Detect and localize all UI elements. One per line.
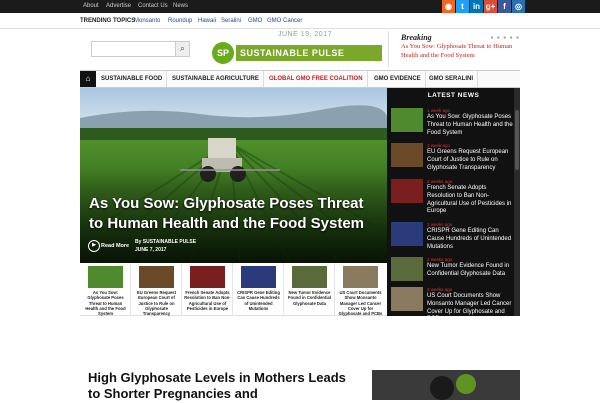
breaking-news: Breaking ● ● ● ● ● As You Sow: Glyphosat… [388, 31, 524, 67]
latest-news-item[interactable]: 2 weeks ago New Tumor Evidence Found in C… [391, 257, 511, 291]
latest-news-image [391, 108, 423, 132]
thumb-caption: EU Greens Request European Court of Just… [136, 290, 177, 316]
top-link-news[interactable]: News [173, 0, 188, 13]
top-bar: About Advertise Contact Us News ◉ t in g… [0, 0, 600, 13]
trending-topic[interactable]: Hawaii [198, 13, 216, 29]
google-plus-icon[interactable]: g+ [484, 0, 497, 13]
thumb-image [190, 266, 225, 288]
latest-news-image [391, 179, 423, 203]
thumb-caption: As You Sow: Glyphosate Poses Threat to H… [85, 290, 126, 316]
thumb-caption: New Tumor Evidence Found in Confidential… [287, 290, 332, 306]
latest-news-title[interactable]: CRISPR Gene Editing Can Cause Hundreds o… [427, 228, 515, 251]
nav-gmo-evidence[interactable]: GMO EVIDENCE [370, 71, 426, 87]
nav-gmo-seralini[interactable]: GMO SERALINI [425, 71, 479, 87]
latest-news-time: 2 weeks ago [427, 257, 453, 262]
trending-topic[interactable]: GMO Cancer [267, 13, 302, 29]
latest-news-time: 1 week ago [427, 143, 451, 148]
latest-news-time: 2 weeks ago [427, 179, 453, 184]
search-button[interactable]: ⌕ [175, 41, 190, 57]
thumb-image [343, 266, 378, 288]
main-nav: ⌂ SUSTAINABLE FOOD SUSTAINABLE AGRICULTU… [80, 70, 520, 88]
sidebar-photo [372, 370, 520, 400]
thumb-image [292, 266, 327, 288]
thumb-caption: US Court Documents Show Monsanto Manager… [338, 290, 383, 316]
magnifier-icon: ⌕ [180, 44, 185, 53]
facebook-icon[interactable]: f [498, 0, 511, 13]
logo-mark: SP [212, 42, 234, 64]
trending-topic[interactable]: Seralini [221, 13, 241, 29]
site-logo[interactable]: SP SUSTAINABLE PULSE [212, 42, 382, 64]
latest-news-item[interactable]: 2 weeks ago French Senate Adopts Resoluti… [391, 179, 511, 214]
hero-title[interactable]: As You Sow: Glyphosate Poses Threat to H… [89, 194, 379, 235]
linkedin-icon[interactable]: in [470, 0, 483, 13]
thumb-item[interactable]: As You Sow: Glyphosate Poses Threat to H… [80, 263, 131, 316]
latest-news-image [391, 287, 423, 311]
header-date: JUNE 19, 2017 [278, 31, 332, 38]
thumb-item[interactable]: CRISPR Gene Editing Can Cause Hundreds o… [233, 263, 284, 316]
thumb-item[interactable]: EU Greens Request European Court of Just… [131, 263, 182, 316]
breaking-label: Breaking [401, 33, 432, 42]
latest-news-time: 1 week ago [427, 108, 451, 113]
nav-gmo-free-coalition[interactable]: GLOBAL GMO FREE COALITION [265, 71, 368, 87]
top-link-contact[interactable]: Contact Us [138, 0, 168, 13]
trending-topic[interactable]: Roundup [168, 13, 192, 29]
thumb-caption: French Senate Adopts Resolution to Ban N… [184, 290, 231, 311]
rss-icon[interactable]: ◉ [442, 0, 455, 13]
twitter-icon[interactable]: t [456, 0, 469, 13]
read-more-button[interactable]: Read More [88, 240, 129, 252]
hero-image [80, 88, 387, 263]
latest-news-item[interactable]: 1 week ago As You Sow: Glyphosate Poses T… [391, 108, 513, 142]
thumb-item[interactable]: New Tumor Evidence Found in Confidential… [284, 263, 335, 316]
sidebar-image[interactable] [372, 370, 520, 400]
hero-slider[interactable]: As You Sow: Glyphosate Poses Threat to H… [80, 88, 387, 263]
thumb-caption: CRISPR Gene Editing Can Cause Hundreds o… [237, 290, 280, 311]
hero-date: JUNE 7, 2017 [135, 246, 167, 253]
nav-sustainable-agriculture[interactable]: SUSTAINABLE AGRICULTURE [168, 71, 264, 87]
hero-byline: By SUSTAINABLE PULSE JUNE 7, 2017 [135, 239, 196, 254]
trending-bar: TRENDING TOPICS Monsanto Roundup Hawaii … [0, 13, 600, 29]
latest-news-time: 2 weeks ago [427, 222, 453, 227]
latest-news-title[interactable]: French Senate Adopts Resolution to Ban N… [427, 185, 515, 216]
latest-news-panel: LATEST NEWS 1 week ago As You Sow: Glypho… [387, 88, 520, 322]
top-link-advertise[interactable]: Advertise [106, 0, 131, 13]
latest-news-title[interactable]: EU Greens Request European Court of Just… [427, 149, 515, 172]
article-headline[interactable]: High Glyphosate Levels in Mothers Leads … [88, 370, 358, 403]
content-gap [80, 316, 520, 366]
latest-news-heading: LATEST NEWS [427, 92, 480, 99]
latest-news-time: 3 weeks ago [427, 287, 453, 292]
breaking-headline[interactable]: As You Sow: Glyphosate Threat to Human H… [401, 43, 525, 61]
social-extra-icon[interactable]: ◎ [512, 0, 525, 13]
hero-author: By SUSTAINABLE PULSE [135, 239, 197, 245]
trending-topic[interactable]: GMO [248, 13, 262, 29]
breaking-pager[interactable]: ● ● ● ● ● [490, 35, 520, 41]
top-link-about[interactable]: About [83, 0, 99, 13]
thumb-image [139, 266, 174, 288]
latest-news-item[interactable]: 2 weeks ago CRISPR Gene Editing Can Cause… [391, 222, 511, 256]
latest-news-title[interactable]: As You Sow: Glyphosate Poses Threat to H… [427, 114, 515, 137]
nav-sustainable-food[interactable]: SUSTAINABLE FOOD [97, 71, 168, 87]
latest-news-item[interactable]: 1 week ago EU Greens Request European Cou… [391, 143, 511, 177]
latest-news-image [391, 222, 423, 246]
trending-topic[interactable]: Monsanto [134, 13, 160, 29]
latest-news-image [391, 257, 423, 281]
thumb-image [88, 266, 123, 288]
thumb-item[interactable]: US Court Documents Show Monsanto Manager… [335, 263, 386, 316]
latest-news-image [391, 143, 423, 167]
thumbnail-strip: As You Sow: Glyphosate Poses Threat to H… [80, 263, 387, 316]
thumb-image [241, 266, 276, 288]
thumb-item[interactable]: French Senate Adopts Resolution to Ban N… [182, 263, 233, 316]
home-icon[interactable]: ⌂ [80, 71, 96, 87]
logo-text: SUSTAINABLE PULSE [236, 45, 382, 61]
latest-news-scroll-thumb[interactable] [515, 110, 519, 170]
trending-label: TRENDING TOPICS [80, 18, 136, 24]
latest-news-title[interactable]: New Tumor Evidence Found in Confidential… [427, 263, 515, 279]
